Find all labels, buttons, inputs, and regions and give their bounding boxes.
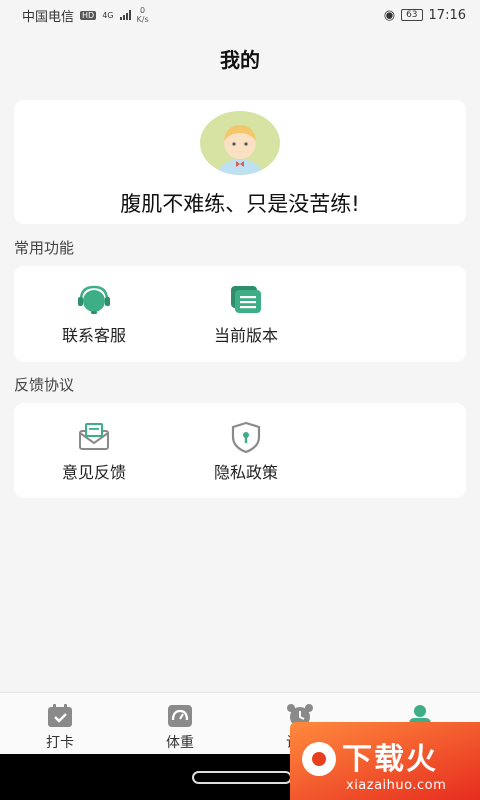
watermark-title: 下载火 <box>342 742 438 777</box>
profile-card: 腹肌不难练、只是没苦练! <box>14 100 466 224</box>
current-version-button[interactable]: 当前版本 <box>176 266 316 362</box>
watermark-logo: 下载火 xiazaihuo.com <box>290 722 480 800</box>
mail-icon <box>76 421 112 453</box>
battery-indicator: 63 <box>401 9 423 21</box>
tab-checkin[interactable]: 打卡 <box>0 693 120 754</box>
privacy-policy-label: 隐私政策 <box>213 463 278 482</box>
feedback-label: 意见反馈 <box>61 463 126 482</box>
avatar[interactable] <box>200 111 280 175</box>
page-title: 我的 <box>220 48 260 72</box>
common-functions-card: 联系客服 当前版本 <box>14 266 466 362</box>
feedback-button[interactable]: 意见反馈 <box>24 403 164 499</box>
privacy-policy-button[interactable]: 隐私政策 <box>176 403 316 499</box>
contact-support-label: 联系客服 <box>61 326 126 345</box>
home-indicator[interactable] <box>192 771 292 784</box>
net-speed: 0 K/s <box>136 6 149 24</box>
clock: 17:16 <box>428 7 466 23</box>
tab-weight[interactable]: 体重 <box>120 693 240 754</box>
current-version-label: 当前版本 <box>213 326 278 345</box>
status-bar: 中国电信 HD 4G 0 K/s ◉ 63 17:16 <box>0 0 480 30</box>
tab-checkin-label: 打卡 <box>46 735 74 751</box>
shield-icon <box>228 421 264 454</box>
contact-support-button[interactable]: 联系客服 <box>24 266 164 362</box>
section-label-common: 常用功能 <box>14 239 75 257</box>
profile-slogan: 腹肌不难练、只是没苦练! <box>120 192 360 216</box>
network-type: 4G <box>102 10 114 20</box>
download-icon <box>302 742 336 776</box>
watermark-url: xiazaihuo.com <box>346 778 447 793</box>
feedback-card: 意见反馈 隐私政策 <box>14 403 466 498</box>
section-label-feedback: 反馈协议 <box>14 376 75 394</box>
eye-icon: ◉ <box>383 7 396 23</box>
tab-weight-label: 体重 <box>166 735 194 751</box>
hd-badge: HD <box>80 10 97 20</box>
headset-icon <box>76 284 112 316</box>
version-icon <box>228 284 264 316</box>
scale-icon <box>166 703 194 729</box>
signal-icon <box>119 10 131 20</box>
calendar-check-icon <box>46 703 74 729</box>
carrier-name: 中国电信 <box>22 9 75 25</box>
